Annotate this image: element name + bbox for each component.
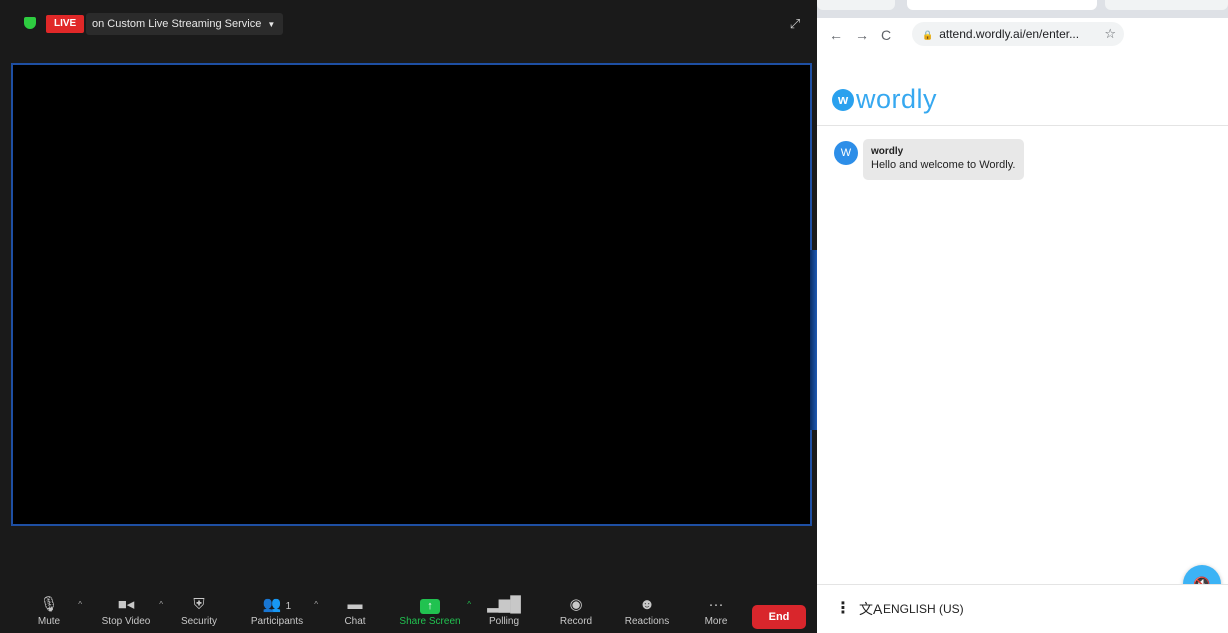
participants-icon: 👥 1 [262,596,292,613]
live-stream-label: on Custom Live Streaming Service [92,18,262,30]
security-label: Security [180,616,218,627]
url-bar[interactable]: 🔒 attend.wordly.ai/en/enter... ☆ [912,22,1124,46]
forward-arrow-icon[interactable]: → [855,25,869,45]
browser-tab[interactable] [1105,0,1228,10]
wordly-logo-icon: w [832,89,854,111]
zoom-top-bar: LIVE on Custom Live Streaming Service ▼ ⤢ [0,0,817,48]
wordly-logo-text: wordly [856,84,938,114]
bar-chart-icon: ▂▆█ [487,596,521,613]
encryption-shield-icon[interactable] [24,17,36,29]
participants-count: 1 [285,601,292,612]
chevron-up-icon[interactable]: ^ [78,600,82,609]
kebab-menu-icon[interactable]: ⋮ [835,599,851,619]
ellipsis-icon: ··· [708,596,724,613]
participants-button[interactable]: 👥 1 Participants ^ [242,594,318,632]
chevron-up-icon[interactable]: ^ [314,600,318,609]
browser-window: ← → C 🔒 attend.wordly.ai/en/enter... ☆ w … [817,0,1228,633]
record-button[interactable]: ◉ Record [541,594,611,632]
chat-label: Chat [344,616,366,627]
reactions-label: Reactions [624,616,670,627]
video-camera-icon: ■◂ [117,596,135,613]
bookmark-star-icon[interactable]: ☆ [1104,22,1116,46]
language-selector[interactable]: ENGLISH (US) [883,601,964,617]
back-arrow-icon[interactable]: ← [829,25,843,45]
polling-button[interactable]: ▂▆█ Polling [469,594,539,632]
avatar: W [834,141,858,165]
zoom-meeting-window: LIVE on Custom Live Streaming Service ▼ ⤢… [0,0,817,633]
address-bar: ← → C 🔒 attend.wordly.ai/en/enter... ☆ [817,18,1228,52]
live-badge: LIVE [46,15,85,33]
lock-icon: 🔒 [922,30,934,40]
stop-video-button[interactable]: ■◂ Stop Video ^ [91,594,163,632]
video-area [11,63,812,526]
browser-tab-active[interactable] [907,0,1097,10]
message-text: Hello and welcome to Wordly. [871,159,1016,171]
browser-tab[interactable] [817,0,895,10]
microphone-icon: 🎙 [39,596,59,613]
polling-label: Polling [488,616,520,627]
tab-strip [817,0,1228,18]
chevron-up-icon[interactable]: ^ [159,600,163,609]
security-button[interactable]: ⛨ Security [164,594,234,632]
live-stream-dropdown[interactable]: on Custom Live Streaming Service ▼ [86,13,284,35]
desktop-edge [810,250,817,430]
participants-label: Participants [250,616,304,627]
wordly-header: w wordly [817,72,1228,126]
mute-label: Mute [37,616,61,627]
end-meeting-button[interactable]: End [752,605,806,629]
share-screen-button[interactable]: ↑ Share Screen ^ [395,594,471,632]
chat-bubble-icon: ▬ [347,596,363,613]
share-screen-icon: ↑ [420,599,440,614]
expand-icon[interactable]: ⤢ [786,15,804,33]
message-bubble: wordly Hello and welcome to Wordly. [863,139,1024,180]
chat-button[interactable]: ▬ Chat [320,594,390,632]
url-text: attend.wordly.ai/en/enter... [939,27,1080,41]
smiley-plus-icon: ☻ [639,596,655,613]
reactions-button[interactable]: ☻ Reactions [612,594,682,632]
translate-icon: 文A [859,601,883,617]
stop-video-label: Stop Video [101,616,151,627]
share-screen-label: Share Screen [399,616,461,627]
meeting-toolbar: 🎙 Mute ^ ■◂ Stop Video ^ ⛨ Security 👥 1 … [0,590,817,633]
reload-icon[interactable]: C [881,25,891,45]
more-label: More [704,616,728,627]
record-label: Record [559,616,593,627]
shield-icon: ⛨ [193,596,205,613]
wordly-footer: ⋮ 文A ENGLISH (US) [817,584,1228,633]
message-sender: wordly [871,146,904,157]
more-button[interactable]: ··· More [681,594,751,632]
caret-down-icon: ▼ [267,20,276,29]
record-icon: ◉ [569,596,583,613]
mute-button[interactable]: 🎙 Mute ^ [14,594,84,632]
